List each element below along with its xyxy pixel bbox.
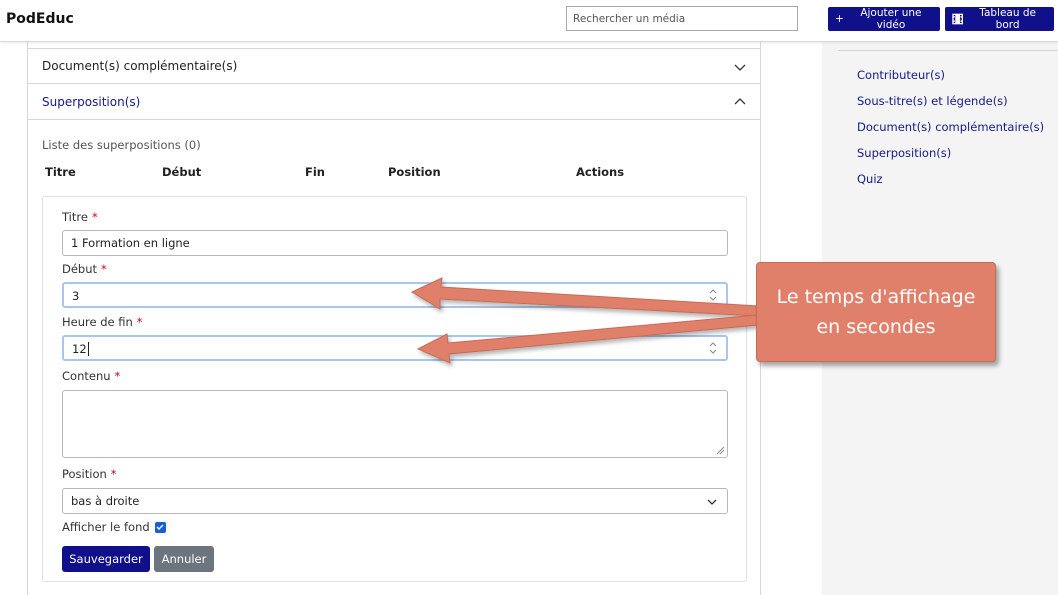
- annotation-line-2: en secondes: [816, 316, 936, 338]
- arrow-to-start-field: [410, 277, 759, 317]
- annotation-line-1: Le temps d'affichage: [776, 286, 976, 308]
- annotation-callout: Le temps d'affichage en secondes: [756, 262, 996, 362]
- arrow-to-end-field: [416, 314, 759, 364]
